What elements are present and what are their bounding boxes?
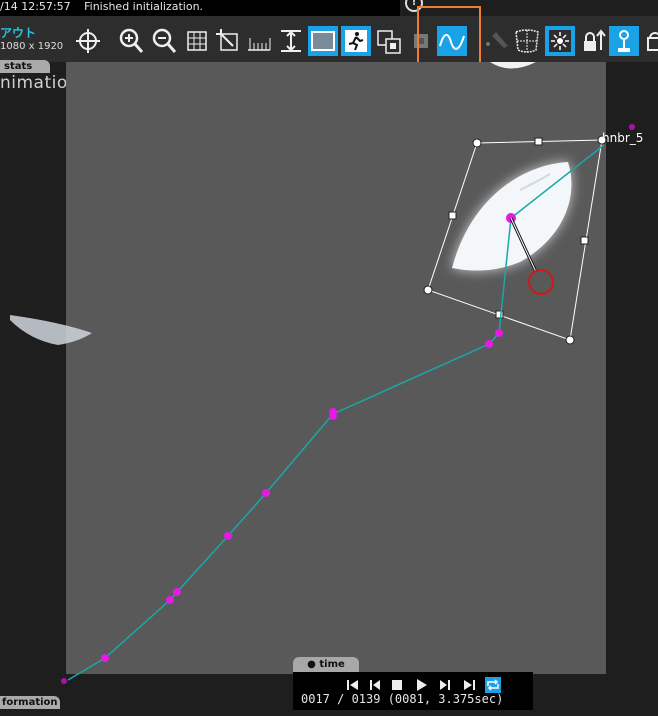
canvas[interactable]: [66, 62, 606, 674]
lock-arrow-icon: [584, 29, 606, 51]
status-time: /14 12:57:57: [0, 0, 71, 13]
step-back-icon: [370, 680, 380, 690]
fit-height-icon: [281, 30, 301, 52]
crosshair-icon: [76, 29, 100, 53]
mesh-icon: [515, 29, 539, 53]
pen-icon: [486, 32, 508, 48]
burst-icon: [549, 30, 571, 52]
zoom-out-icon: [152, 28, 177, 53]
status-message: Finished initialization.: [84, 0, 204, 13]
layer-copy-icon: [377, 30, 401, 54]
zoom-in-button[interactable]: [116, 26, 146, 56]
fit-height-button[interactable]: [276, 26, 306, 56]
skip-start-icon: [347, 680, 358, 690]
next-frame-button[interactable]: [437, 677, 453, 693]
zoom-out-button[interactable]: [149, 26, 179, 56]
crosshair-button[interactable]: [73, 26, 103, 56]
bag-icon: [647, 32, 658, 51]
layer-label: hnbr_5: [602, 131, 644, 145]
stop-button[interactable]: [389, 677, 405, 693]
tab-stats[interactable]: stats: [0, 60, 50, 73]
last-frame-button[interactable]: [461, 677, 477, 693]
pen-button[interactable]: [482, 26, 512, 56]
mesh-button[interactable]: [512, 26, 542, 56]
left-panel: [0, 62, 66, 716]
crop-icon: [216, 29, 238, 51]
loop-button[interactable]: [485, 677, 501, 693]
grid-icon: [187, 31, 207, 51]
status-bar: /14 12:57:57 Finished initialization.: [0, 0, 400, 16]
frame-readout: 0017 / 0139 (0081, 3.375sec): [301, 692, 504, 706]
resolution-label: 1080 x 1920: [0, 41, 64, 52]
stop-icon: [392, 680, 402, 690]
bag-button[interactable]: [640, 26, 658, 56]
tab-time-label: time: [319, 659, 345, 670]
tab-information[interactable]: formation: [0, 696, 60, 709]
layer-copy-button[interactable]: [374, 26, 404, 56]
prev-frame-button[interactable]: [367, 677, 383, 693]
crop-button[interactable]: [213, 26, 243, 56]
right-panel: [606, 62, 658, 716]
runner-icon: [345, 30, 367, 52]
frame-icon: [311, 31, 335, 51]
grid-button[interactable]: [182, 26, 212, 56]
zoom-in-icon: [119, 28, 144, 53]
first-frame-button[interactable]: [345, 677, 361, 693]
ruler-button[interactable]: [244, 26, 274, 56]
project-title: アウト: [0, 26, 37, 40]
step-forward-icon: [440, 680, 450, 690]
loop-icon: [487, 679, 499, 691]
play-icon: [417, 679, 427, 691]
ruler-icon: [248, 38, 271, 51]
pin-button[interactable]: [609, 26, 639, 56]
skip-end-icon: [464, 680, 475, 690]
play-button[interactable]: [413, 677, 429, 693]
pin-icon: [618, 30, 630, 52]
runner-button[interactable]: [341, 26, 371, 56]
frame-view-button[interactable]: [308, 26, 338, 56]
burst-button[interactable]: [545, 26, 575, 56]
lock-arrow-button[interactable]: [578, 26, 608, 56]
tab-time[interactable]: ● time: [293, 657, 359, 672]
